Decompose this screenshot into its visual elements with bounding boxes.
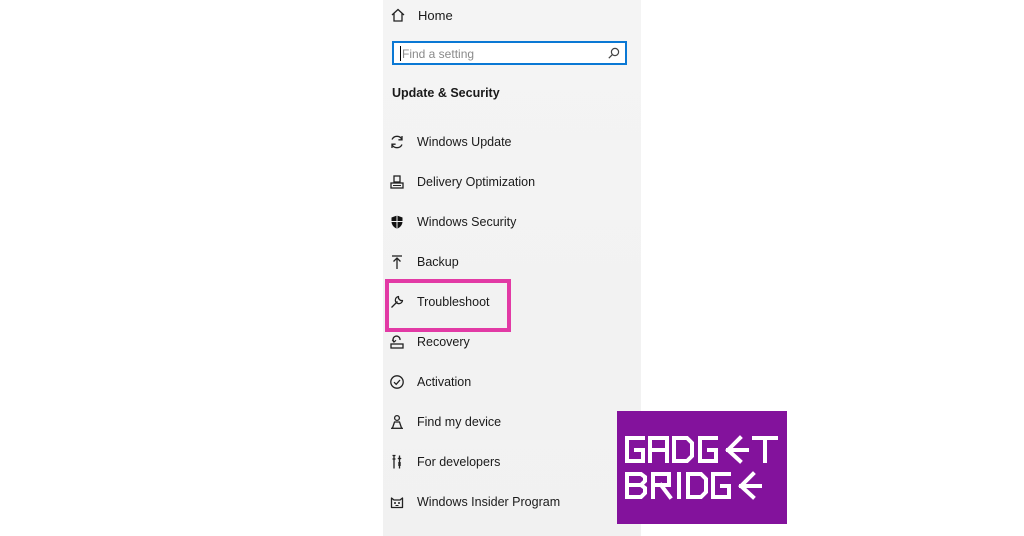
- nav-item-find-my-device[interactable]: Find my device: [383, 405, 641, 439]
- nav-item-label: Delivery Optimization: [417, 175, 536, 189]
- nav-item-label: Windows Insider Program: [417, 495, 561, 509]
- developer-tools-icon: [392, 454, 402, 469]
- search-input[interactable]: [402, 46, 602, 62]
- gadget-bridge-logo: [617, 411, 787, 524]
- section-title: Update & Security: [392, 86, 500, 100]
- person-location-icon: [391, 414, 403, 429]
- nav-item-delivery-optimization[interactable]: Delivery Optimization: [383, 165, 641, 199]
- insider-cat-icon: [390, 497, 404, 509]
- troubleshoot-highlight-box: [385, 279, 511, 332]
- home-icon: [391, 8, 405, 22]
- nav-item-backup[interactable]: Backup: [383, 245, 641, 279]
- check-circle-icon: [390, 375, 404, 389]
- home-label: Home: [418, 8, 453, 23]
- nav-item-label: Find my device: [417, 415, 502, 429]
- delivery-optimization-icon: [390, 175, 404, 189]
- shield-icon: [391, 215, 403, 229]
- sync-icon: [391, 135, 403, 149]
- recovery-icon: [390, 335, 404, 349]
- settings-sidebar: Home Update & Security Windows Update De…: [383, 0, 641, 536]
- search-box[interactable]: [392, 41, 627, 65]
- nav-item-label: For developers: [417, 455, 501, 469]
- nav-item-label: Windows Update: [417, 135, 512, 149]
- nav-item-label: Backup: [417, 255, 459, 269]
- nav-item-label: Windows Security: [417, 215, 517, 229]
- gadget-bridge-logo-mark: [625, 435, 778, 500]
- nav-item-label: Activation: [417, 375, 472, 389]
- search-icon[interactable]: [607, 46, 621, 60]
- text-caret: [400, 46, 401, 61]
- nav-item-for-developers[interactable]: For developers: [383, 445, 641, 479]
- backup-upload-icon: [392, 255, 402, 269]
- nav-item-windows-insider-program[interactable]: Windows Insider Program: [383, 485, 641, 519]
- nav-item-activation[interactable]: Activation: [383, 365, 641, 399]
- nav-item-windows-security[interactable]: Windows Security: [383, 205, 641, 239]
- home-nav-item[interactable]: Home: [383, 0, 641, 32]
- nav-item-label: Recovery: [417, 335, 470, 349]
- nav-item-windows-update[interactable]: Windows Update: [383, 125, 641, 159]
